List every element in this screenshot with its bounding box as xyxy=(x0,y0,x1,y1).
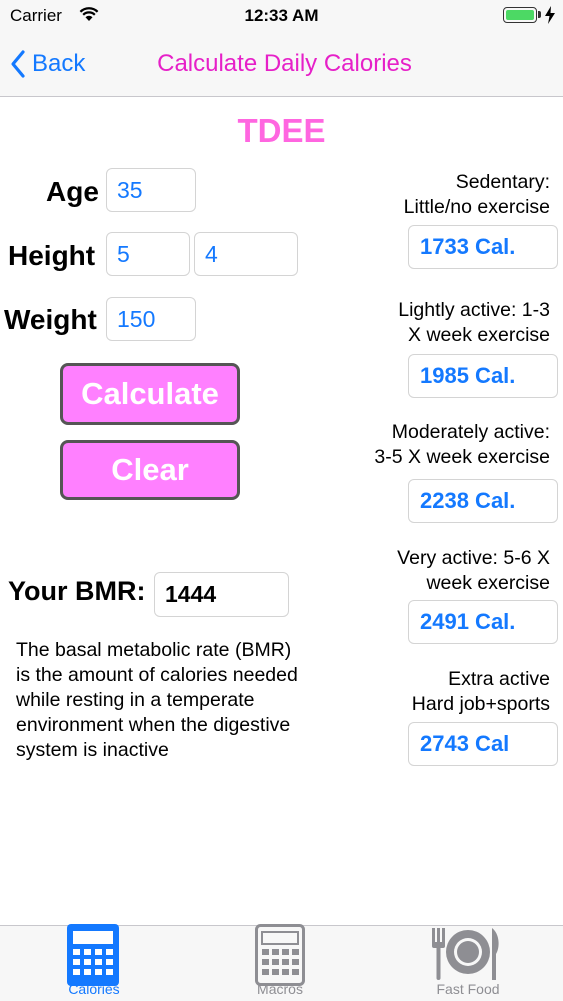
moderately-active-calories[interactable]: 2238 Cal. xyxy=(408,479,558,523)
calculate-button[interactable]: Calculate xyxy=(60,363,240,425)
level-subtitle: 3-5 X week exercise xyxy=(374,446,550,468)
level-title: Very active: 5-6 X xyxy=(397,547,550,569)
clock: 12:33 AM xyxy=(244,6,319,25)
height-inches-field[interactable]: 4 xyxy=(194,232,298,276)
level-sedentary: Sedentary: Little/no exercise xyxy=(330,170,550,220)
bmr-label: Your BMR: xyxy=(8,576,146,606)
height-label: Height xyxy=(8,240,96,271)
navigation-bar: Back Calculate Daily Calories xyxy=(0,32,563,97)
lightly-active-calories[interactable]: 1985 Cal. xyxy=(408,354,558,398)
level-subtitle: X week exercise xyxy=(408,324,550,346)
tab-bar: Calories Macros Fast Food xyxy=(0,924,563,1001)
extra-active-calories[interactable]: 2743 Cal xyxy=(408,722,558,766)
weight-label: Weight xyxy=(4,304,97,335)
level-subtitle: Little/no exercise xyxy=(403,196,550,218)
level-extra-active: Extra active Hard job+sports xyxy=(330,667,550,717)
status-bar: Carrier 12:33 AM xyxy=(0,0,563,32)
page-title: Calculate Daily Calories xyxy=(157,50,412,77)
calculator-outline-icon xyxy=(255,924,305,986)
bmr-value-field[interactable]: 1444 xyxy=(154,572,289,617)
weight-field[interactable]: 150 xyxy=(106,297,196,341)
bmr-description: The basal metabolic rate (BMR) is the am… xyxy=(16,639,298,761)
level-very-active: Very active: 5-6 X week exercise xyxy=(330,546,550,596)
level-title: Moderately active: xyxy=(391,421,550,443)
calculator-icon xyxy=(67,924,119,986)
sedentary-calories[interactable]: 1733 Cal. xyxy=(408,225,558,269)
very-active-calories[interactable]: 2491 Cal. xyxy=(408,600,558,644)
battery-icon xyxy=(503,7,537,23)
tab-fast-food[interactable]: Fast Food xyxy=(408,926,528,1001)
level-title: Extra active xyxy=(448,668,550,690)
level-lightly-active: Lightly active: 1-3 X week exercise xyxy=(330,298,550,348)
tab-label: Fast Food xyxy=(436,981,500,997)
tab-label: Macros xyxy=(257,981,303,997)
clear-button[interactable]: Clear xyxy=(60,440,240,500)
level-subtitle: week exercise xyxy=(426,572,550,594)
level-title: Sedentary: xyxy=(455,171,550,193)
fork-plate-knife-icon xyxy=(432,928,499,980)
tab-label: Calories xyxy=(68,981,120,997)
charging-icon xyxy=(545,6,555,24)
tdee-heading: TDEE xyxy=(237,112,326,149)
level-title: Lightly active: 1-3 xyxy=(398,299,550,321)
battery-cap xyxy=(538,11,541,18)
height-feet-field[interactable]: 5 xyxy=(106,232,190,276)
tab-calories[interactable]: Calories xyxy=(34,924,154,1001)
level-subtitle: Hard job+sports xyxy=(411,693,550,715)
age-field[interactable]: 35 xyxy=(106,168,196,212)
age-label: Age xyxy=(46,176,99,207)
level-moderately-active: Moderately active: 3-5 X week exercise xyxy=(330,420,550,470)
tab-macros[interactable]: Macros xyxy=(220,924,340,1001)
